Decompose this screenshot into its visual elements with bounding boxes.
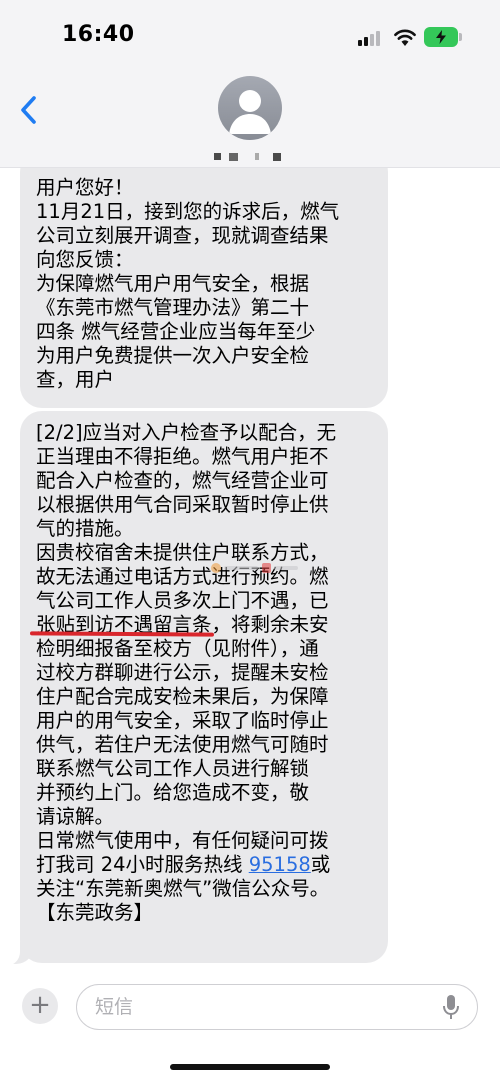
- message-line: 为用户免费提供一次入户安全检: [36, 344, 310, 367]
- message-line: 并预约上门。给您造成不变，敬: [36, 781, 310, 804]
- message-line: 联系燃气公司工作人员进行解锁: [36, 757, 310, 780]
- redaction-block: [255, 153, 259, 160]
- avatar-icon[interactable]: [218, 76, 282, 140]
- red-underline-annotation: 张贴到访不遇留言条: [36, 613, 212, 636]
- battery-cap: [459, 33, 462, 41]
- signal-icon: [358, 30, 382, 46]
- message-line: 因贵校宿舍未提供住户联系方式，: [36, 541, 329, 564]
- message-line: 请谅解。: [36, 805, 115, 828]
- status-time: 16:40: [62, 22, 135, 47]
- wifi-icon: [394, 29, 416, 46]
- battery-icon: [424, 27, 458, 47]
- message-line: 日常燃气使用中，有任何疑问可拨: [36, 829, 329, 852]
- message-line: 11月21日，接到您的诉求后，燃气: [36, 200, 340, 223]
- message-bubble-2[interactable]: [2/2]应当对入户检查予以配合，无 正当理由不得拒绝。燃气用户拒不 配合入户检…: [20, 411, 388, 963]
- redaction-block: [229, 153, 238, 161]
- message-line: 检明细报备至校方（见附件），通: [36, 637, 319, 660]
- conversation-header: 16:40: [0, 0, 500, 168]
- redaction-block: [214, 153, 221, 160]
- message-line: 正当理由不得拒绝。燃气用户拒不: [36, 445, 329, 468]
- message-line: 配合入户检查的，燃气经营企业可: [36, 469, 329, 492]
- message-line: 过校方群聊进行公示，提醒未安检: [36, 661, 329, 684]
- message-line: 四条 燃气经营企业应当每年至少: [36, 320, 316, 343]
- watermark-logo: [211, 563, 298, 573]
- hotline-suffix: 或: [310, 853, 331, 876]
- message-line: 气公司工作人员多次上门不遇，已: [36, 589, 329, 612]
- message-line: 公司立刻展开调查，现就调查结果: [36, 224, 329, 247]
- hotline-number-link[interactable]: 95158: [249, 853, 311, 876]
- message-bubble-1[interactable]: 用户您好！ 11月21日，接到您的诉求后，燃气 公司立刻展开调查，现就调查结果 …: [20, 150, 388, 408]
- message-line: 以根据供用气合同采取暂时停止供: [36, 493, 329, 516]
- message-input[interactable]: 短信: [76, 984, 478, 1030]
- message-line: 关注“东莞新奥燃气”微信公众号。: [36, 877, 330, 900]
- message-line: 【东莞政务】: [36, 901, 154, 924]
- microphone-icon[interactable]: [442, 994, 460, 1020]
- message-line: 气的措施。: [36, 517, 134, 540]
- message-line: 用户您好！: [36, 176, 134, 199]
- message-line: 《东莞市燃气管理办法》第二十: [36, 296, 310, 319]
- back-chevron-icon[interactable]: [15, 90, 45, 130]
- message-line: [2/2]应当对入户检查予以配合，无: [36, 421, 337, 444]
- plus-icon[interactable]: +: [22, 988, 58, 1024]
- message-line: 向您反馈：: [36, 248, 134, 271]
- redaction-block: [273, 153, 281, 161]
- message-line-marked: 张贴到访不遇留言条，将剩余未安: [36, 613, 374, 637]
- message-line: 住户配合完成安检未果后，为保障: [36, 685, 329, 708]
- message-line: 用户的用气安全，采取了临时停止: [36, 709, 329, 732]
- message-line: 查，用户: [36, 368, 115, 391]
- message-line: 为保障燃气用户用气安全，根据: [36, 272, 310, 295]
- hotline-prefix: 打我司 24小时服务热线: [36, 853, 249, 876]
- home-indicator: [170, 1064, 330, 1070]
- message-line-hotline: 打我司 24小时服务热线 95158或: [36, 853, 374, 877]
- message-line: 供气，若住户无法使用燃气可随时: [36, 733, 329, 756]
- marked-line-rest: ，将剩余未安: [211, 613, 329, 636]
- message-line: 故无法通过电话方式进行预约。燃: [36, 565, 329, 588]
